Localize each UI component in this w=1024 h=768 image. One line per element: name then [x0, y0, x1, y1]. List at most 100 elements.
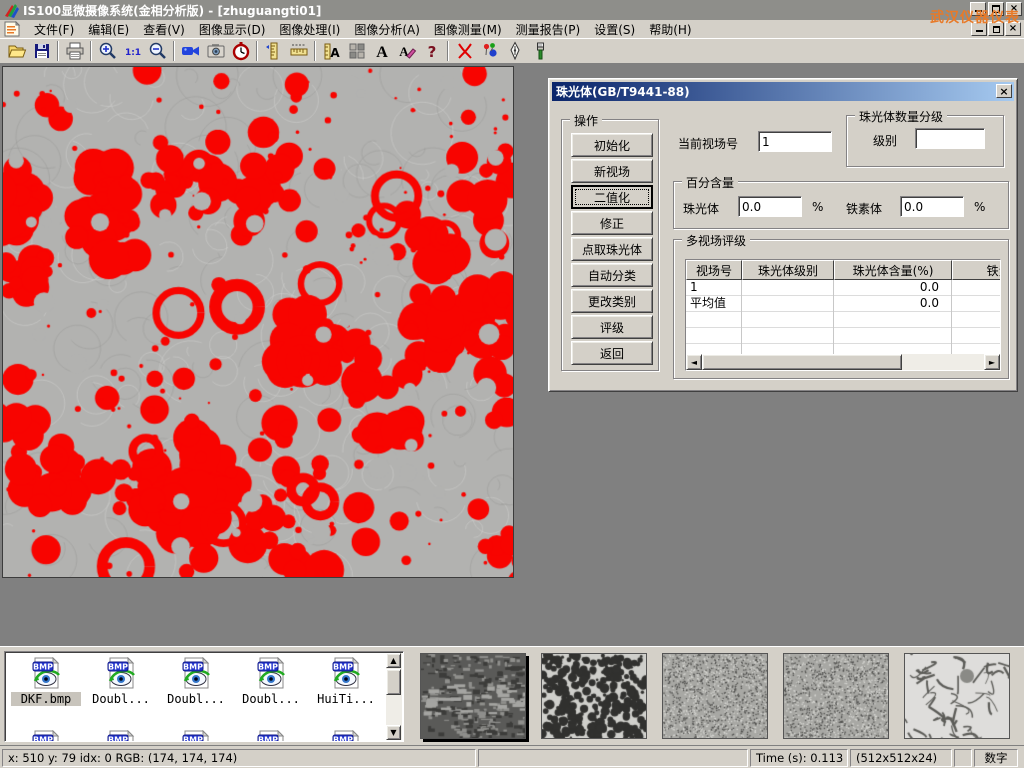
- grade-level-input[interactable]: [915, 128, 985, 149]
- menu-item-1[interactable]: 编辑(E): [81, 20, 136, 39]
- op-button-3[interactable]: 修正: [571, 211, 653, 235]
- scroll-down-button[interactable]: ▼: [386, 725, 401, 740]
- multiview-table[interactable]: 视场号珠光体级别珠光体含量(%)铁素体含量(%) 10.0平均值0.0 ◄ ►: [685, 259, 1001, 371]
- grade-level-label: 级别: [873, 132, 897, 149]
- table-header-3[interactable]: 铁素体含量(%): [952, 260, 1001, 280]
- brush-button[interactable]: [527, 40, 552, 63]
- actual-size-button[interactable]: 1:1: [120, 40, 145, 63]
- file-item-4[interactable]: BMPHuiTi...: [311, 657, 381, 706]
- table-row[interactable]: [686, 312, 1000, 328]
- current-field-input[interactable]: [758, 131, 832, 152]
- menu-item-9[interactable]: 帮助(H): [642, 20, 698, 39]
- menu-item-6[interactable]: 图像测量(M): [427, 20, 509, 39]
- file-item-partial[interactable]: BMP: [236, 730, 306, 742]
- zoom-in-button[interactable]: [95, 40, 120, 63]
- op-button-5[interactable]: 自动分类: [571, 263, 653, 287]
- file-item-0[interactable]: BMPDKF.bmp: [11, 657, 81, 706]
- menu-item-2[interactable]: 查看(V): [136, 20, 192, 39]
- table-row[interactable]: 10.0: [686, 280, 1000, 296]
- filelist-vscrollbar[interactable]: ▲ ▼: [386, 653, 402, 740]
- video-camera-button[interactable]: [178, 40, 203, 63]
- zoom-in-icon: [98, 41, 118, 61]
- menu-item-4[interactable]: 图像处理(I): [272, 20, 347, 39]
- print-button[interactable]: [62, 40, 87, 63]
- scroll-thumb[interactable]: [702, 354, 902, 370]
- ruler-icon: [289, 41, 309, 61]
- bmp-file-icon: BMP: [30, 730, 62, 742]
- help-button[interactable]: ?: [419, 40, 444, 63]
- image-thumbnail-3[interactable]: [783, 653, 889, 739]
- status-image-size: (512x512x24): [850, 749, 952, 767]
- file-item-partial[interactable]: BMP: [86, 730, 156, 742]
- file-item-partial[interactable]: BMP: [311, 730, 381, 742]
- grid-button[interactable]: [344, 40, 369, 63]
- file-name: DKF.bmp: [11, 692, 81, 706]
- table-row[interactable]: 平均值0.0: [686, 296, 1000, 312]
- svg-text:A: A: [330, 46, 340, 60]
- toolbar-separator: [447, 41, 449, 61]
- operation-group-label: 操作: [570, 112, 602, 129]
- table-header-2[interactable]: 珠光体含量(%): [834, 260, 952, 280]
- file-item-partial[interactable]: BMP: [11, 730, 81, 742]
- file-item-2[interactable]: BMPDoubl...: [161, 657, 231, 706]
- op-button-4[interactable]: 点取珠光体: [571, 237, 653, 261]
- scroll-left-button[interactable]: ◄: [686, 354, 702, 370]
- table-cell: [952, 312, 1000, 328]
- menu-item-0[interactable]: 文件(F): [27, 20, 81, 39]
- dialog-close-button[interactable]: ×: [996, 84, 1012, 98]
- op-button-6[interactable]: 更改类别: [571, 289, 653, 313]
- caliper-button[interactable]: [261, 40, 286, 63]
- document-icon[interactable]: [4, 21, 21, 37]
- table-hscrollbar[interactable]: ◄ ►: [686, 354, 1000, 370]
- ruler-button[interactable]: [286, 40, 311, 63]
- op-button-2[interactable]: 二值化: [571, 185, 653, 209]
- table-header-1[interactable]: 珠光体级别: [742, 260, 834, 280]
- status-time: Time (s): 0.113: [750, 749, 848, 767]
- menu-item-5[interactable]: 图像分析(A): [347, 20, 427, 39]
- text-button[interactable]: A: [369, 40, 394, 63]
- op-button-0[interactable]: 初始化: [571, 133, 653, 157]
- micrograph-image[interactable]: [2, 66, 514, 578]
- open-button[interactable]: [4, 40, 29, 63]
- menu-item-3[interactable]: 图像显示(D): [192, 20, 273, 39]
- capture-button[interactable]: [203, 40, 228, 63]
- scroll-right-button[interactable]: ►: [984, 354, 1000, 370]
- image-thumbnail-0[interactable]: [420, 653, 526, 739]
- print-icon: [65, 41, 85, 61]
- pearlite-percent-input[interactable]: [738, 196, 802, 217]
- menu-item-8[interactable]: 设置(S): [587, 20, 642, 39]
- measure-text-button[interactable]: A: [319, 40, 344, 63]
- op-button-7[interactable]: 评级: [571, 315, 653, 339]
- measure-text-icon: A: [322, 41, 342, 61]
- pen-button[interactable]: [502, 40, 527, 63]
- curve-cut-button[interactable]: [452, 40, 477, 63]
- open-icon: [7, 41, 27, 61]
- file-name: Doubl...: [161, 692, 231, 706]
- image-thumbnail-2[interactable]: [662, 653, 768, 739]
- toolbar-separator: [173, 41, 175, 61]
- op-button-1[interactable]: 新视场: [571, 159, 653, 183]
- table-cell: 1: [686, 280, 742, 296]
- file-item-1[interactable]: BMPDoubl...: [86, 657, 156, 706]
- image-thumbnail-1[interactable]: [541, 653, 647, 739]
- file-item-partial[interactable]: BMP: [161, 730, 231, 742]
- dialog-titlebar[interactable]: 珠光体(GB/T9441-88) ×: [552, 82, 1014, 101]
- op-button-8[interactable]: 返回: [571, 341, 653, 365]
- zoom-out-button[interactable]: [145, 40, 170, 63]
- svg-text:BMP: BMP: [333, 736, 353, 743]
- annotate-button[interactable]: A: [394, 40, 419, 63]
- markers-button[interactable]: [477, 40, 502, 63]
- scroll-up-button[interactable]: ▲: [386, 653, 401, 668]
- table-header-0[interactable]: 视场号: [686, 260, 742, 280]
- image-thumbnail-4[interactable]: [904, 653, 1010, 739]
- capture-icon: [206, 41, 226, 61]
- timer-button[interactable]: [228, 40, 253, 63]
- menu-item-7[interactable]: 测量报告(P): [509, 20, 588, 39]
- scroll-thumb[interactable]: [386, 669, 401, 695]
- table-cell: [952, 280, 1000, 296]
- table-row[interactable]: [686, 328, 1000, 344]
- file-item-3[interactable]: BMPDoubl...: [236, 657, 306, 706]
- save-button[interactable]: [29, 40, 54, 63]
- ferrite-percent-input[interactable]: [900, 196, 964, 217]
- grade-group: 珠光体数量分级 级别: [846, 115, 1004, 167]
